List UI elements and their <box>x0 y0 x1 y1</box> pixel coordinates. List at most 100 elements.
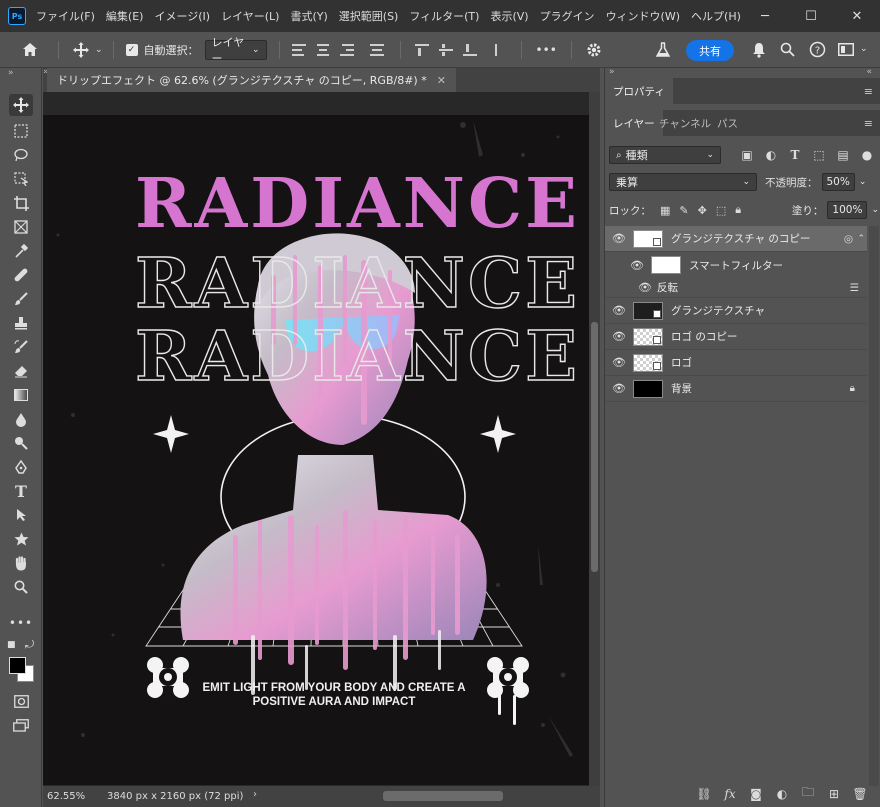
eye-icon[interactable]: 👁︎ <box>605 304 633 317</box>
chevron-down-icon[interactable]: ⌄ <box>859 177 867 187</box>
menu-view[interactable]: 表示(V) <box>490 8 528 24</box>
clone-stamp-tool-icon[interactable] <box>9 312 33 334</box>
home-icon[interactable] <box>22 42 38 57</box>
zoom-tool-icon[interactable] <box>9 576 33 598</box>
more-options-button[interactable]: ••• <box>536 43 557 57</box>
lock-all-icon[interactable]: 🔒︎ <box>735 203 741 217</box>
menu-plugins[interactable]: プラグイン <box>540 8 595 24</box>
gear-icon[interactable] <box>586 42 602 58</box>
align-bottom-icon[interactable] <box>462 43 477 56</box>
brush-tool-icon[interactable] <box>9 288 33 310</box>
tab-paths[interactable]: パス <box>709 110 746 136</box>
filter-smart-object-icon[interactable]: ▤ <box>831 148 855 162</box>
align-right-icon[interactable] <box>339 43 354 56</box>
share-button[interactable]: 共有 <box>686 40 734 61</box>
menu-file[interactable]: ファイル(F) <box>36 8 95 24</box>
menu-edit[interactable]: 編集(E) <box>106 8 144 24</box>
type-tool-icon[interactable]: T <box>9 480 33 502</box>
document-tab[interactable]: ドリップエフェクト @ 62.6% (グランジテクスチャ のコピー, RGB/8… <box>47 68 456 92</box>
smart-filter-item-row[interactable]: 👁︎ 反転 ☰ <box>605 278 867 298</box>
eye-icon[interactable]: 👁︎ <box>605 382 633 395</box>
layer-row[interactable]: 👁︎ グランジテクスチャ <box>605 298 867 324</box>
gradient-tool-icon[interactable] <box>9 384 33 406</box>
menu-layer[interactable]: レイヤー(L) <box>221 8 279 24</box>
menu-window[interactable]: ウィンドウ(W) <box>606 8 680 24</box>
filter-shape-icon[interactable]: ⬚ <box>807 148 831 162</box>
pen-tool-icon[interactable] <box>9 456 33 478</box>
layer-row[interactable]: 👁︎ グランジテクスチャ のコピー ◎ ⌃ <box>605 226 867 252</box>
status-menu-arrow[interactable]: › <box>253 789 257 800</box>
menu-select[interactable]: 選択範囲(S) <box>339 8 399 24</box>
vertical-scrollbar[interactable] <box>589 92 600 786</box>
swap-colors-icon[interactable]: ⤾ <box>25 638 34 652</box>
smart-filter-options-icon[interactable]: ◎ <box>844 233 853 245</box>
move-tool-icon[interactable] <box>9 94 33 116</box>
chevron-down-icon[interactable]: ⌄ <box>871 205 879 215</box>
link-layers-icon[interactable]: ⛓︎ <box>691 787 717 801</box>
menu-filter[interactable]: フィルター(T) <box>409 8 479 24</box>
filter-pixel-icon[interactable]: ▣ <box>735 148 759 162</box>
close-window-button[interactable]: ✕ <box>834 0 880 32</box>
filter-blending-options-icon[interactable]: ☰ <box>850 282 859 294</box>
adjustment-layer-icon[interactable]: ◐ <box>769 787 795 801</box>
panel-menu-icon[interactable]: ≡ <box>864 85 873 98</box>
eye-icon[interactable]: 👁︎ <box>605 330 633 343</box>
chevron-down-icon[interactable]: ⌄ <box>95 45 103 55</box>
lock-position-icon[interactable]: ✥ <box>698 204 707 217</box>
fill-input[interactable]: 100% <box>827 201 868 219</box>
menu-image[interactable]: イメージ(I) <box>154 8 210 24</box>
tab-properties[interactable]: プロパティ <box>605 78 673 104</box>
blur-tool-icon[interactable] <box>9 408 33 430</box>
dodge-tool-icon[interactable] <box>9 432 33 454</box>
lock-transparent-icon[interactable]: ▦ <box>660 204 670 217</box>
artwork-canvas[interactable]: RADIANCE RADIANCE RADIANCE EMIT LIGHT FR… <box>43 115 589 785</box>
screen-mode-icon[interactable] <box>9 714 33 736</box>
layers-scrollbar[interactable] <box>869 226 879 786</box>
hand-tool-icon[interactable] <box>9 552 33 574</box>
auto-select-checkbox[interactable]: ✓ <box>125 43 138 56</box>
opacity-input[interactable]: 50% <box>821 173 855 191</box>
lock-artboard-icon[interactable]: ⬚ <box>716 204 726 217</box>
eye-icon[interactable]: 👁︎ <box>635 281 655 294</box>
history-brush-tool-icon[interactable] <box>9 336 33 358</box>
layer-row[interactable]: 👁︎ ロゴ <box>605 350 867 376</box>
new-layer-icon[interactable]: ⊞ <box>821 787 847 801</box>
path-select-tool-icon[interactable] <box>9 504 33 526</box>
chevron-down-icon[interactable]: ⌄ <box>860 44 868 54</box>
align-left-icon[interactable] <box>291 43 306 56</box>
minimize-button[interactable]: ─ <box>742 0 788 32</box>
lock-icon[interactable]: 🔒︎ <box>850 383 855 394</box>
trash-icon[interactable]: 🗑︎ <box>847 787 873 801</box>
eye-icon[interactable]: 👁︎ <box>623 259 651 272</box>
blend-mode-select[interactable]: 乗算 ⌄ <box>609 173 757 191</box>
shape-tool-icon[interactable] <box>9 528 33 550</box>
search-icon[interactable] <box>780 42 795 57</box>
eye-icon[interactable]: 👁︎ <box>605 356 633 369</box>
quick-mask-icon[interactable] <box>9 690 33 712</box>
zoom-level[interactable]: 62.55% <box>43 791 101 802</box>
panel-menu-icon[interactable]: ≡ <box>864 117 873 130</box>
more-tools-icon[interactable]: ••• <box>9 612 33 634</box>
crop-tool-icon[interactable] <box>9 192 33 214</box>
collapse-arrows-icon[interactable]: » <box>609 67 615 77</box>
chevron-up-icon[interactable]: ⌃ <box>857 234 865 244</box>
scroll-thumb[interactable] <box>591 322 598 572</box>
filter-type-icon[interactable]: T <box>783 148 807 162</box>
layer-row[interactable]: 👁︎ ロゴ のコピー <box>605 324 867 350</box>
distribute-icon[interactable] <box>369 43 384 56</box>
layer-filter-kind-select[interactable]: ⌕ 種類 ⌄ <box>609 146 721 164</box>
eyedropper-tool-icon[interactable] <box>9 240 33 262</box>
collapse-arrows-icon[interactable]: » <box>8 68 14 78</box>
horizontal-scroll-thumb[interactable] <box>383 791 503 801</box>
close-tab-icon[interactable]: ✕ <box>437 74 446 87</box>
object-select-tool-icon[interactable] <box>9 168 33 190</box>
eraser-tool-icon[interactable] <box>9 360 33 382</box>
distribute-vertical-icon[interactable] <box>493 43 507 56</box>
lock-pixels-icon[interactable]: ✎ <box>679 204 688 217</box>
lasso-tool-icon[interactable] <box>9 144 33 166</box>
layer-style-fx-icon[interactable]: fx <box>717 787 743 801</box>
menu-type[interactable]: 書式(Y) <box>290 8 327 24</box>
new-group-folder-icon[interactable]: 🗀︎ <box>795 783 821 804</box>
add-mask-icon[interactable]: ◙ <box>743 787 769 801</box>
foreground-color-swatch[interactable] <box>9 657 26 674</box>
